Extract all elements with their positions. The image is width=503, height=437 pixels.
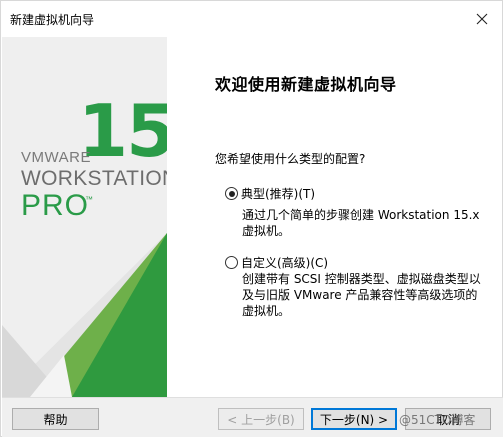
- window-title: 新建虚拟机向导: [10, 13, 95, 27]
- option-custom[interactable]: 自定义(高级)(C): [225, 254, 328, 271]
- config-question: 您希望使用什么类型的配置?: [215, 152, 366, 166]
- branding-panel: 15 VMWARE WORKSTATION PRO ™: [2, 37, 167, 397]
- option-typical-label: 典型(推荐)(T): [241, 187, 316, 201]
- version-number: 15: [78, 89, 167, 173]
- product-name: WORKSTATION: [21, 167, 167, 190]
- close-icon: [476, 13, 488, 25]
- help-button[interactable]: 帮助: [12, 408, 99, 430]
- trademark-symbol: ™: [85, 195, 93, 204]
- radio-custom[interactable]: [225, 256, 238, 269]
- watermark: @51CTO博客: [399, 413, 476, 427]
- next-button[interactable]: 下一步(N) >: [311, 408, 397, 430]
- option-typical-description: 通过几个简单的步骤创建 Workstation 15.x 虚拟机。: [242, 208, 480, 238]
- edition-name: PRO: [21, 189, 90, 222]
- option-typical[interactable]: 典型(推荐)(T): [225, 185, 315, 202]
- option-custom-description: 创建带有 SCSI 控制器类型、虚拟磁盘类型以及与旧版 VMware 产品兼容性…: [242, 272, 481, 318]
- new-vm-wizard-window: 新建虚拟机向导 15 VMWARE WORKSTATION PRO ™ 欢迎使用…: [0, 0, 503, 437]
- close-button[interactable]: [468, 5, 496, 33]
- option-custom-label: 自定义(高级)(C): [241, 256, 329, 270]
- radio-typical[interactable]: [225, 187, 238, 200]
- wizard-heading: 欢迎使用新建虚拟机向导: [215, 75, 397, 94]
- title-bar: 新建虚拟机向导: [1, 1, 502, 37]
- back-button[interactable]: < 上一步(B): [218, 408, 304, 430]
- vmware-wordmark: VMWARE: [21, 149, 91, 166]
